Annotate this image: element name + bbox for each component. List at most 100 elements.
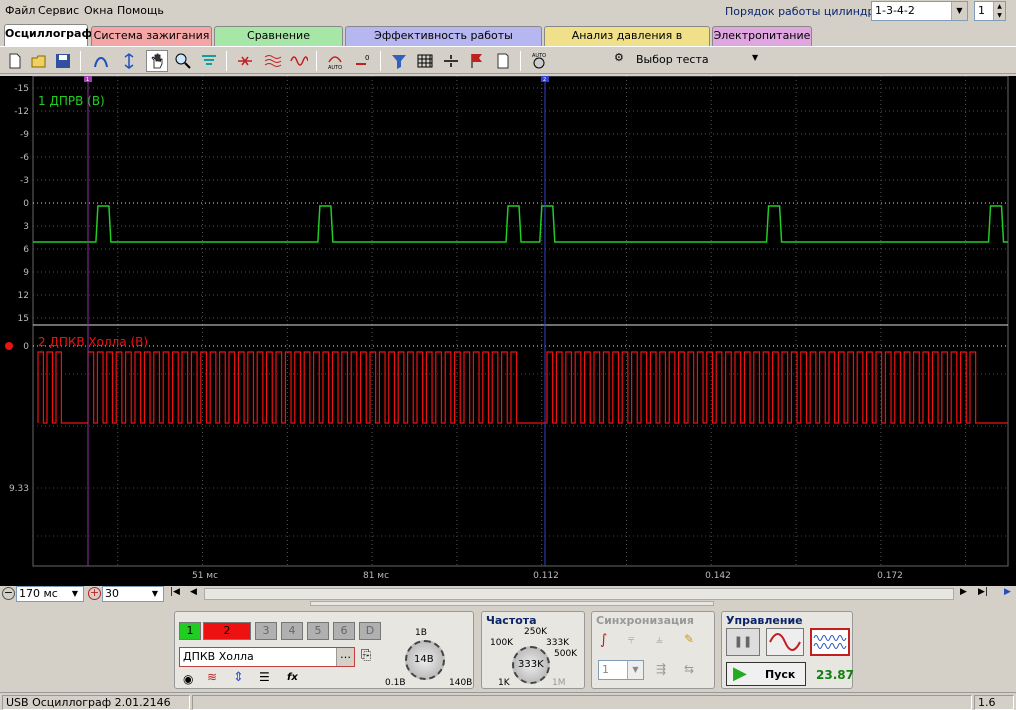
chevron-down-icon: ▼ — [67, 587, 83, 601]
cylinder-number-stepper[interactable]: 1 ▲ ▼ — [974, 1, 1006, 21]
sync-channel-value: 1 — [602, 663, 609, 676]
open-folder-icon[interactable] — [28, 50, 50, 72]
zoom-icon[interactable] — [172, 50, 194, 72]
auto-gear-icon[interactable]: AUTO — [528, 50, 550, 72]
channel-5-button[interactable]: 5 — [307, 622, 329, 640]
tab-ignition[interactable]: Система зажигания — [91, 26, 212, 46]
tab-power[interactable]: Электропитание — [712, 26, 812, 46]
oscilloscope-display[interactable]: -15 -12 -9 -6 -3 0 3 6 9 12 15 0 9.33 51 мс 81 мс 0.112… — [0, 76, 1016, 586]
scroll-right-icon[interactable]: ▶ — [960, 587, 967, 597]
channel-3-button[interactable]: 3 — [255, 622, 277, 640]
zoom-out-icon[interactable]: − — [2, 587, 15, 600]
frequency-knob[interactable]: 333K — [512, 646, 550, 684]
play-icon[interactable]: ▶ — [1004, 587, 1011, 597]
freq-label-1m: 1M — [552, 678, 566, 688]
vertical-arrows-icon[interactable]: ⇕ — [233, 670, 244, 685]
ch1-tick-label: 12 — [18, 291, 29, 301]
split-icon[interactable] — [440, 50, 462, 72]
compress-icon[interactable] — [234, 50, 256, 72]
tab-oscilloscope[interactable]: Осциллограф — [4, 24, 92, 46]
more-icon[interactable]: … — [336, 648, 354, 666]
test-select-dropdown[interactable]: ⚙ Выбор теста ▼ — [608, 48, 768, 70]
channel-2-button[interactable]: 2 — [203, 622, 251, 640]
wave-stack-icon[interactable] — [262, 50, 284, 72]
menu-help[interactable]: Помощь — [117, 4, 164, 17]
freq-label-250k: 250K — [524, 627, 548, 637]
ch1-tick-label: -9 — [20, 130, 29, 140]
sens-label-min: 0.1В — [385, 678, 406, 688]
wave-icon[interactable]: ≋ — [207, 670, 217, 684]
timebase-select[interactable]: 170 мс ▼ — [16, 586, 84, 602]
save-icon[interactable] — [52, 50, 74, 72]
status-middle — [192, 695, 972, 710]
tab-cylinder-compare[interactable]: Сравнение цилиндров — [214, 26, 343, 60]
eye-icon[interactable]: ◉ — [183, 672, 193, 686]
sync-pencil-icon[interactable]: ✎ — [684, 632, 694, 646]
hand-icon[interactable] — [146, 50, 168, 72]
tab-bar: Осциллограф Система зажигания Сравнение … — [0, 24, 1016, 60]
timebase-value: 170 мс — [19, 587, 58, 600]
time-tick-label: 0.172 — [877, 571, 903, 581]
menu-bar: Файл Сервис Окна Помощь Порядок работы ц… — [0, 0, 1016, 22]
connect-icon[interactable]: ⎘ — [361, 648, 371, 663]
cursor-icon[interactable] — [118, 50, 140, 72]
channel-6-button[interactable]: 6 — [333, 622, 355, 640]
start-button[interactable]: ▶ Пуск — [726, 662, 806, 686]
zoom-select[interactable]: 30 ▼ — [102, 586, 164, 602]
frequency-value: 333K — [518, 659, 544, 670]
trigger-icon[interactable] — [90, 50, 112, 72]
tab-cylinder-efficiency[interactable]: Эффективность работы цилиндров — [345, 26, 542, 60]
go-end-icon[interactable]: ▶| — [978, 587, 988, 597]
scroll-left-icon[interactable]: ◀ — [190, 587, 197, 597]
sensitivity-knob[interactable]: 14В — [405, 640, 445, 680]
channel-d-button[interactable]: D — [359, 622, 381, 640]
control-box: Управление ❚❚ ▶ Пуск 23.87 — [721, 611, 854, 689]
svg-text:AUTO: AUTO — [328, 65, 342, 70]
cylinder-order-select[interactable]: 1-3-4-2 ▼ — [871, 1, 968, 21]
single-mode-button[interactable] — [766, 628, 804, 656]
channel-2-label: 2 ДПКВ Холла (В) — [38, 335, 148, 349]
pause-button[interactable]: ❚❚ — [726, 628, 760, 656]
document-icon[interactable] — [492, 50, 514, 72]
ch1-tick-label: -3 — [20, 176, 29, 186]
channel-2-waveform — [37, 351, 1008, 424]
channel-name-field[interactable]: ДПКВ Холла … — [179, 647, 355, 667]
channel-1-waveform — [33, 205, 1008, 243]
test-select-label: Выбор теста — [636, 53, 709, 66]
time-scrollbar[interactable] — [204, 588, 954, 600]
funnel-icon[interactable] — [388, 50, 410, 72]
chevron-down-icon: ▼ — [752, 53, 759, 62]
gear-icon: ⚙ — [614, 51, 624, 64]
menu-file[interactable]: Файл — [5, 4, 35, 17]
menu-service[interactable]: Сервис — [38, 4, 79, 17]
tab-pressure-analysis[interactable]: Анализ давления в цилиндре — [544, 26, 710, 60]
menu-windows[interactable]: Окна — [84, 4, 113, 17]
panel-splitter[interactable] — [310, 601, 714, 606]
lines-icon[interactable]: ☰ — [259, 670, 270, 684]
waveform-canvas[interactable]: -15-12-9-6-30369121509.3351 мс 81 мс 0.112… — [0, 76, 1016, 586]
sens-label-max: 140В — [449, 678, 473, 688]
zoom-in-icon[interactable]: + — [88, 587, 101, 600]
channel-2-offset-marker[interactable] — [5, 342, 13, 350]
cursor-1-marker-label: 1 — [86, 77, 89, 83]
auto-scale-icon[interactable]: AUTO — [324, 50, 346, 72]
chevron-down-icon: ▼ — [951, 2, 967, 20]
channel-4-button[interactable]: 4 — [281, 622, 303, 640]
ch1-tick-label: 15 — [18, 314, 29, 324]
flag-icon[interactable] — [466, 50, 488, 72]
svg-text:0: 0 — [365, 54, 369, 62]
freq-label-333k: 333K — [546, 638, 570, 648]
sync-up-icon: ⫧ — [628, 632, 635, 646]
channel-1-button[interactable]: 1 — [179, 622, 201, 640]
grid-icon[interactable] — [414, 50, 436, 72]
filter-icon[interactable] — [198, 50, 220, 72]
wave-icon[interactable] — [288, 50, 310, 72]
rising-edge-icon[interactable]: ∫ — [600, 632, 607, 648]
go-start-icon[interactable]: |◀ — [170, 587, 180, 597]
function-icon[interactable]: fx — [287, 672, 298, 683]
continuous-mode-button[interactable] — [810, 628, 850, 656]
zero-level-icon[interactable]: 0 — [352, 50, 374, 72]
ch1-tick-label: 6 — [23, 245, 29, 255]
time-tick-label: 0.142 — [705, 571, 731, 581]
new-file-icon[interactable] — [4, 50, 26, 72]
